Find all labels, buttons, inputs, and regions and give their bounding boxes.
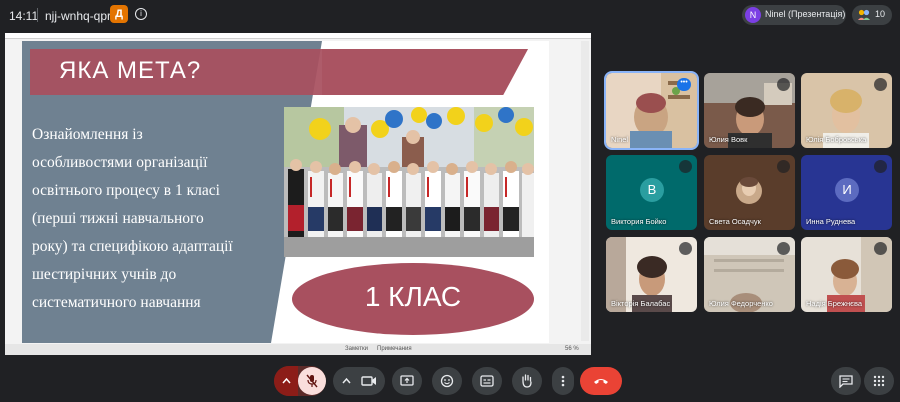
participant-tile[interactable]: ••• Ninel: [604, 71, 699, 150]
participant-name: Ninel: [611, 135, 629, 144]
mic-off-icon: [306, 374, 318, 388]
participant-name: Юлия Вовк: [709, 135, 748, 144]
chevron-up-icon: [282, 377, 291, 384]
captions-button[interactable]: [472, 367, 502, 395]
clock: 14:11: [9, 9, 39, 23]
ruler: [5, 33, 591, 39]
comments-label[interactable]: Примечания: [377, 346, 412, 352]
present-screen-icon: [400, 375, 414, 386]
body-line: шестирічних учнів до: [32, 266, 177, 283]
participant-tile[interactable]: В Виктория Бойко: [606, 155, 697, 230]
apps-grid-icon: [873, 375, 885, 387]
mic-control-group: [274, 366, 326, 396]
participant-tile[interactable]: Юлия Федорченко: [704, 237, 795, 312]
participant-name: Юлия Федорченко: [709, 299, 773, 308]
body-line: Ознайомлення із: [32, 126, 143, 143]
divider: [37, 8, 38, 22]
meet-window: 14:11 njj-wnhq-qpr Д i N Ninel (Презента…: [0, 0, 900, 402]
mic-off-icon: [874, 160, 887, 173]
presenter-chip[interactable]: N Ninel (Презентація): [742, 5, 846, 25]
top-bar: 14:11 njj-wnhq-qpr Д i N Ninel (Презента…: [0, 0, 900, 30]
participant-tile[interactable]: Вікторія Балабас: [606, 237, 697, 312]
mic-off-icon: [777, 78, 790, 91]
body-line: систематичного навчання: [32, 294, 201, 311]
camera-control-group: [333, 367, 385, 395]
slide-body: Ознайомлення із особливостями організаці…: [32, 121, 272, 317]
school-children-photo: [284, 107, 534, 257]
presentation-view[interactable]: ЯКА МЕТА? Ознайомлення із особливостями …: [5, 33, 591, 355]
class-oval: 1 КЛАС: [292, 263, 534, 335]
participant-name: Надія Брежнєва: [806, 299, 863, 308]
chevron-up-icon[interactable]: [342, 377, 351, 385]
presenter-label: Ninel (Презентація): [765, 9, 846, 19]
raise-hand-button[interactable]: [512, 367, 542, 395]
more-options-icon[interactable]: •••: [677, 78, 691, 91]
status-bar: Заметки Примечания 56 %: [5, 344, 591, 355]
participant-name: Виктория Бойко: [611, 217, 667, 226]
notes-label[interactable]: Заметки: [345, 346, 368, 352]
participant-name: Света Осадчук: [709, 217, 761, 226]
class-label: 1 КЛАС: [364, 281, 462, 312]
avatar: И: [835, 178, 859, 202]
participant-count: 10: [875, 9, 886, 19]
participant-tile[interactable]: Света Осадчук: [704, 155, 795, 230]
participant-tile[interactable]: Юлия Вовк: [704, 73, 795, 148]
more-options-button[interactable]: [552, 367, 574, 395]
host-badge-icon[interactable]: Д: [110, 5, 128, 23]
participant-name: Юлія Бобровська: [806, 135, 867, 144]
meeting-code[interactable]: njj-wnhq-qpr: [45, 9, 111, 23]
participant-tile[interactable]: Юлія Бобровська: [801, 73, 892, 148]
body-line: року) та специфікою адаптації: [32, 238, 233, 255]
participant-name: Вікторія Балабас: [611, 299, 671, 308]
mic-off-icon: [874, 242, 887, 255]
mic-off-icon: [679, 242, 692, 255]
participants-button[interactable]: 10: [852, 5, 892, 25]
info-icon[interactable]: i: [135, 8, 147, 20]
people-icon: [858, 9, 870, 20]
body-line: освітнього процесу в 1 класі: [32, 182, 220, 199]
mic-toggle-button[interactable]: [298, 367, 326, 395]
slide-title: ЯКА МЕТА?: [59, 57, 202, 84]
activities-button[interactable]: [864, 367, 894, 395]
participant-tile[interactable]: Надія Брежнєва: [801, 237, 892, 312]
avatar: В: [640, 178, 664, 202]
mic-off-icon: [777, 160, 790, 173]
more-vert-icon: [561, 375, 565, 387]
emoji-icon: [440, 374, 454, 388]
slide: ЯКА МЕТА? Ознайомлення із особливостями …: [22, 41, 549, 343]
participant-tile[interactable]: И Инна Руднева: [801, 155, 892, 230]
body-line: (перші тижні навчального: [32, 210, 204, 227]
photo-illustration: [284, 107, 534, 257]
chat-button[interactable]: [831, 367, 861, 395]
mic-off-icon: [874, 78, 887, 91]
mic-options-button[interactable]: [274, 366, 298, 396]
mic-off-icon: [777, 242, 790, 255]
zoom-level: 56 %: [565, 346, 579, 352]
raise-hand-icon: [522, 374, 532, 388]
body-line: особливостями організації: [32, 154, 208, 171]
participant-name: Инна Руднева: [806, 217, 856, 226]
present-button[interactable]: [392, 367, 422, 395]
chat-icon: [839, 375, 853, 388]
camera-icon[interactable]: [361, 375, 377, 387]
leave-call-button[interactable]: [580, 367, 622, 395]
mic-off-icon: [679, 160, 692, 173]
reactions-button[interactable]: [432, 367, 462, 395]
call-end-icon: [594, 379, 608, 384]
captions-icon: [480, 375, 494, 387]
presenter-avatar: N: [745, 7, 761, 23]
vertical-scrollbar[interactable]: [581, 41, 589, 341]
